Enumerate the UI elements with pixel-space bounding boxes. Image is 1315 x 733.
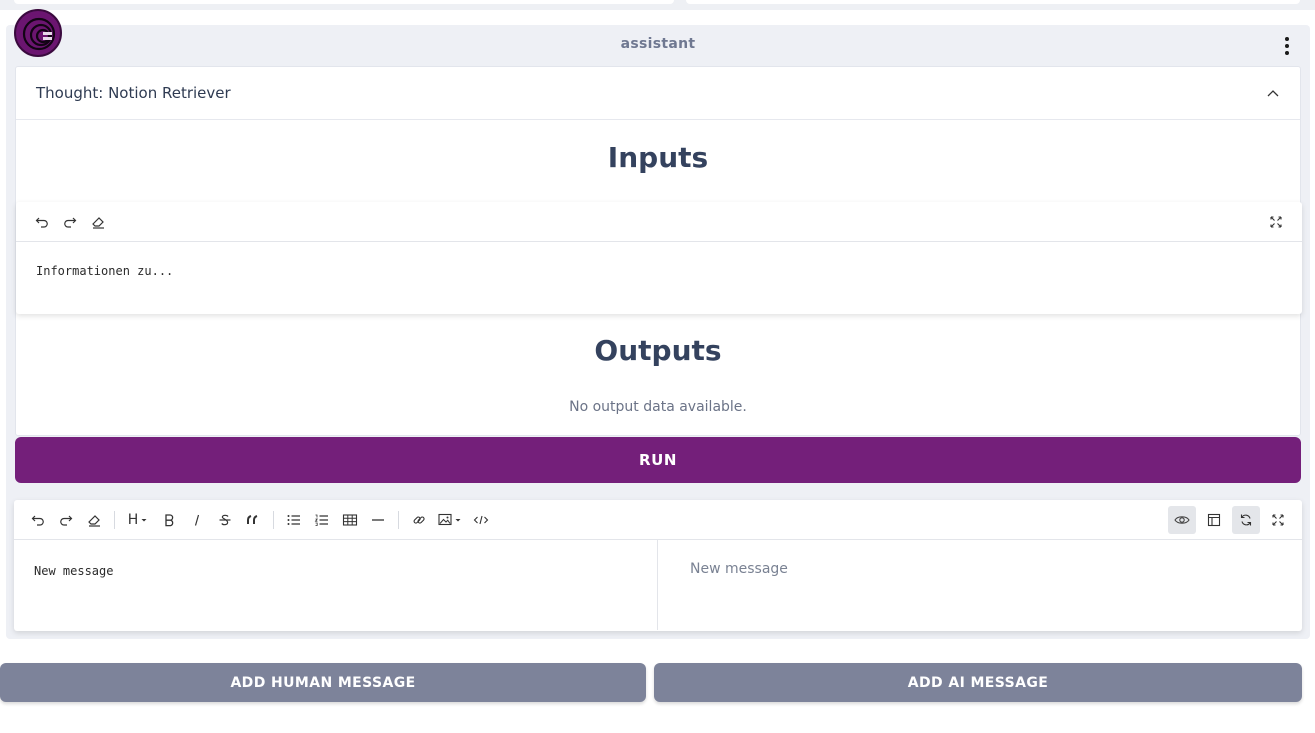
ordered-list-icon <box>314 514 328 526</box>
previous-message-edge <box>0 0 1315 10</box>
redo-icon <box>64 217 77 228</box>
undo-button[interactable] <box>24 506 52 534</box>
fullscreen-button[interactable] <box>1262 208 1290 236</box>
add-human-message-button[interactable]: ADD HUMAN MESSAGE <box>0 663 646 702</box>
input-editor-toolbar <box>16 202 1302 242</box>
editor-panes: New message New message <box>14 540 1302 630</box>
code-icon <box>473 515 489 524</box>
undo-icon <box>31 515 44 526</box>
toolbar-divider <box>398 510 399 529</box>
thought-panel: Thought: Notion Retriever Inputs Informa… <box>15 66 1302 436</box>
eraser-button[interactable] <box>84 208 112 236</box>
dot-icon <box>1285 44 1289 48</box>
horizontal-rule-icon <box>372 518 384 521</box>
eraser-icon <box>87 514 100 527</box>
previous-editor-edge-right <box>686 0 1300 4</box>
avatar <box>14 9 62 57</box>
bullet-list-icon <box>287 514 300 525</box>
input-editor: Informationen zu... <box>16 202 1302 314</box>
side-by-side-button[interactable] <box>1200 506 1228 534</box>
bold-icon <box>165 513 174 526</box>
strikethrough-icon <box>219 514 231 525</box>
horizontal-rule-button[interactable] <box>364 506 392 534</box>
layout-icon <box>1207 513 1221 526</box>
input-text[interactable]: Informationen zu... <box>16 242 1302 300</box>
toolbar-divider <box>114 510 115 529</box>
link-icon <box>413 516 425 524</box>
italic-button[interactable] <box>183 506 211 534</box>
caret-down-icon <box>455 518 461 521</box>
code-button[interactable] <box>467 506 495 534</box>
redo-icon <box>60 515 73 526</box>
sync-scroll-button[interactable] <box>1232 505 1260 534</box>
table-icon <box>342 513 358 526</box>
ordered-list-button[interactable] <box>308 506 336 534</box>
italic-icon <box>194 514 200 526</box>
link-button[interactable] <box>405 506 433 534</box>
message-editor-toolbar: H <box>14 500 1302 540</box>
heading-button[interactable]: H <box>121 506 155 534</box>
quote-icon <box>247 514 258 524</box>
markdown-source-pane[interactable]: New message <box>14 540 658 630</box>
assistant-message-card: assistant Thought: Notion Retriever Inpu… <box>6 25 1310 639</box>
markdown-preview-pane: New message <box>658 540 1302 630</box>
thought-title: Thought: Notion Retriever <box>36 84 231 102</box>
outputs-heading: Outputs <box>594 334 722 367</box>
add-ai-message-button[interactable]: ADD AI MESSAGE <box>654 663 1302 702</box>
previous-editor-edge-left <box>14 0 674 4</box>
fullscreen-button[interactable] <box>1264 506 1292 534</box>
expand-icon <box>1272 513 1284 526</box>
source-placeholder: New message <box>34 564 114 578</box>
table-button[interactable] <box>336 506 364 534</box>
heading-icon: H <box>127 511 139 528</box>
image-button[interactable] <box>433 506 467 534</box>
message-menu-button[interactable] <box>1280 37 1294 55</box>
no-output-text: No output data available. <box>569 399 747 415</box>
inputs-heading: Inputs <box>607 141 709 174</box>
strikethrough-button[interactable] <box>211 506 239 534</box>
eraser-icon <box>91 216 104 229</box>
preview-placeholder: New message <box>690 561 788 577</box>
redo-button[interactable] <box>52 506 80 534</box>
preview-toggle-button[interactable] <box>1168 505 1196 534</box>
quote-button[interactable] <box>239 506 267 534</box>
expand-icon <box>1270 215 1282 228</box>
eye-icon <box>1174 515 1190 524</box>
eraser-button[interactable] <box>80 506 108 534</box>
bold-button[interactable] <box>155 506 183 534</box>
chevron-up-icon[interactable] <box>1266 86 1280 100</box>
toolbar-divider <box>273 510 274 529</box>
undo-icon <box>35 217 48 228</box>
sync-icon <box>1240 514 1252 525</box>
bullet-list-button[interactable] <box>280 506 308 534</box>
redo-button[interactable] <box>56 208 84 236</box>
run-button[interactable]: RUN <box>15 437 1301 483</box>
message-editor: H New message New message <box>14 500 1302 631</box>
image-icon <box>438 513 452 526</box>
caret-down-icon <box>141 518 147 521</box>
dot-icon <box>1285 51 1289 55</box>
dot-icon <box>1285 37 1289 41</box>
message-role: assistant <box>620 36 696 52</box>
logo-icon <box>19 14 57 52</box>
thought-header[interactable]: Thought: Notion Retriever <box>16 67 1300 120</box>
undo-button[interactable] <box>28 208 56 236</box>
